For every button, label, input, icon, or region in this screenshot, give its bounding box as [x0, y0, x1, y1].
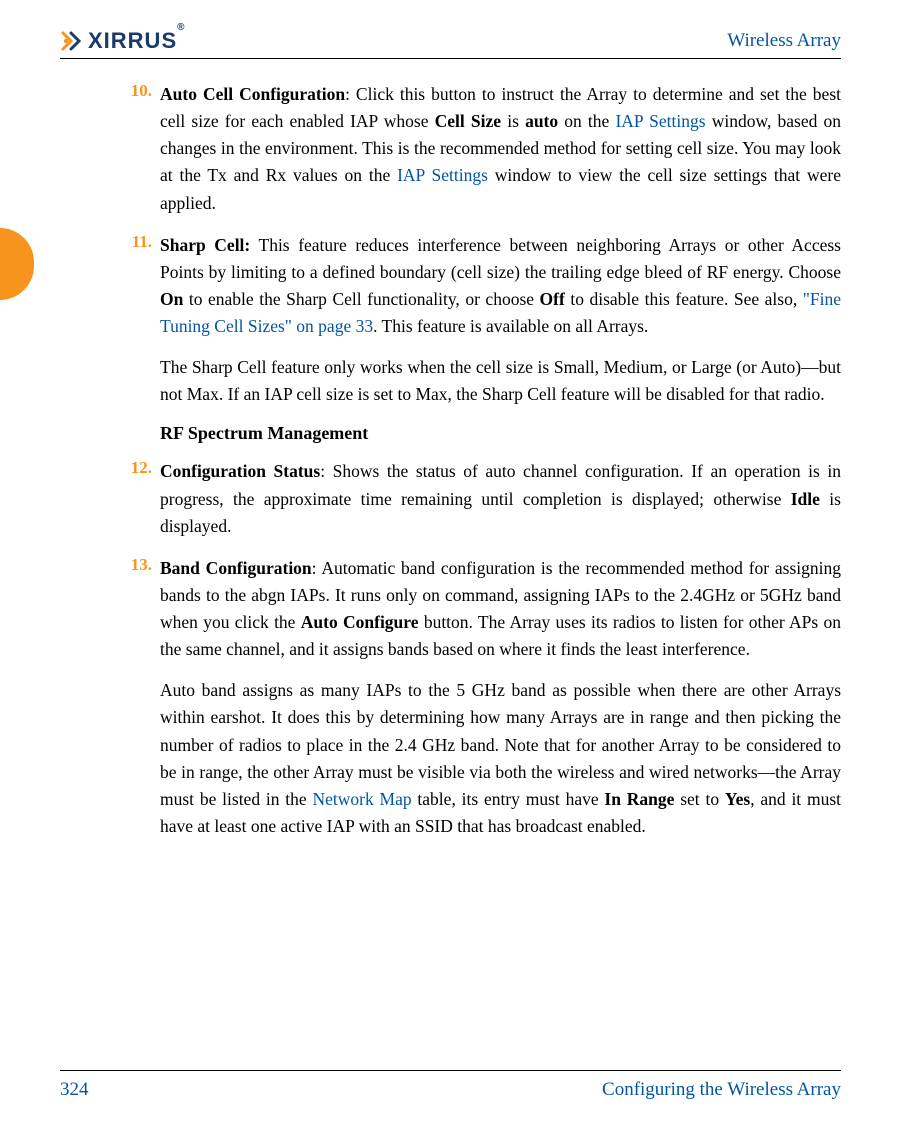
section-heading-rf-spectrum: RF Spectrum Management — [60, 423, 841, 444]
item-sub-paragraph: The Sharp Cell feature only works when t… — [160, 354, 841, 408]
item-sub-paragraph: Auto band assigns as many IAPs to the 5 … — [160, 677, 841, 840]
page-header: XIRRUS® Wireless Array — [60, 28, 841, 59]
side-tab — [0, 228, 34, 300]
item-body: Auto Cell Configuration: Click this butt… — [160, 81, 841, 217]
network-map-link[interactable]: Network Map — [313, 789, 412, 809]
logo-text: XIRRUS® — [88, 28, 186, 54]
list-item-10: 10. Auto Cell Configuration: Click this … — [160, 81, 841, 217]
item-number: 13. — [122, 555, 152, 575]
content-area: 10. Auto Cell Configuration: Click this … — [60, 81, 841, 840]
footer-title: Configuring the Wireless Array — [602, 1079, 841, 1101]
list-item-12: 12. Configuration Status: Shows the stat… — [160, 458, 841, 539]
list-item-13: 13. Band Configuration: Automatic band c… — [160, 555, 841, 840]
page-footer: 324 Configuring the Wireless Array — [60, 1070, 841, 1101]
iap-settings-link[interactable]: IAP Settings — [615, 111, 705, 131]
xirrus-logo-icon — [60, 30, 84, 52]
iap-settings-link-2[interactable]: IAP Settings — [397, 165, 488, 185]
item-number: 12. — [122, 458, 152, 478]
list-item-11: 11. Sharp Cell: This feature reduces int… — [160, 232, 841, 409]
item-body: Sharp Cell: This feature reduces interfe… — [160, 232, 841, 409]
item-body: Band Configuration: Automatic band confi… — [160, 555, 841, 840]
header-title: Wireless Array — [727, 30, 841, 52]
item-body: Configuration Status: Shows the status o… — [160, 458, 841, 539]
item-number: 11. — [122, 232, 152, 252]
page-number: 324 — [60, 1079, 89, 1101]
logo: XIRRUS® — [60, 28, 186, 54]
item-number: 10. — [122, 81, 152, 101]
